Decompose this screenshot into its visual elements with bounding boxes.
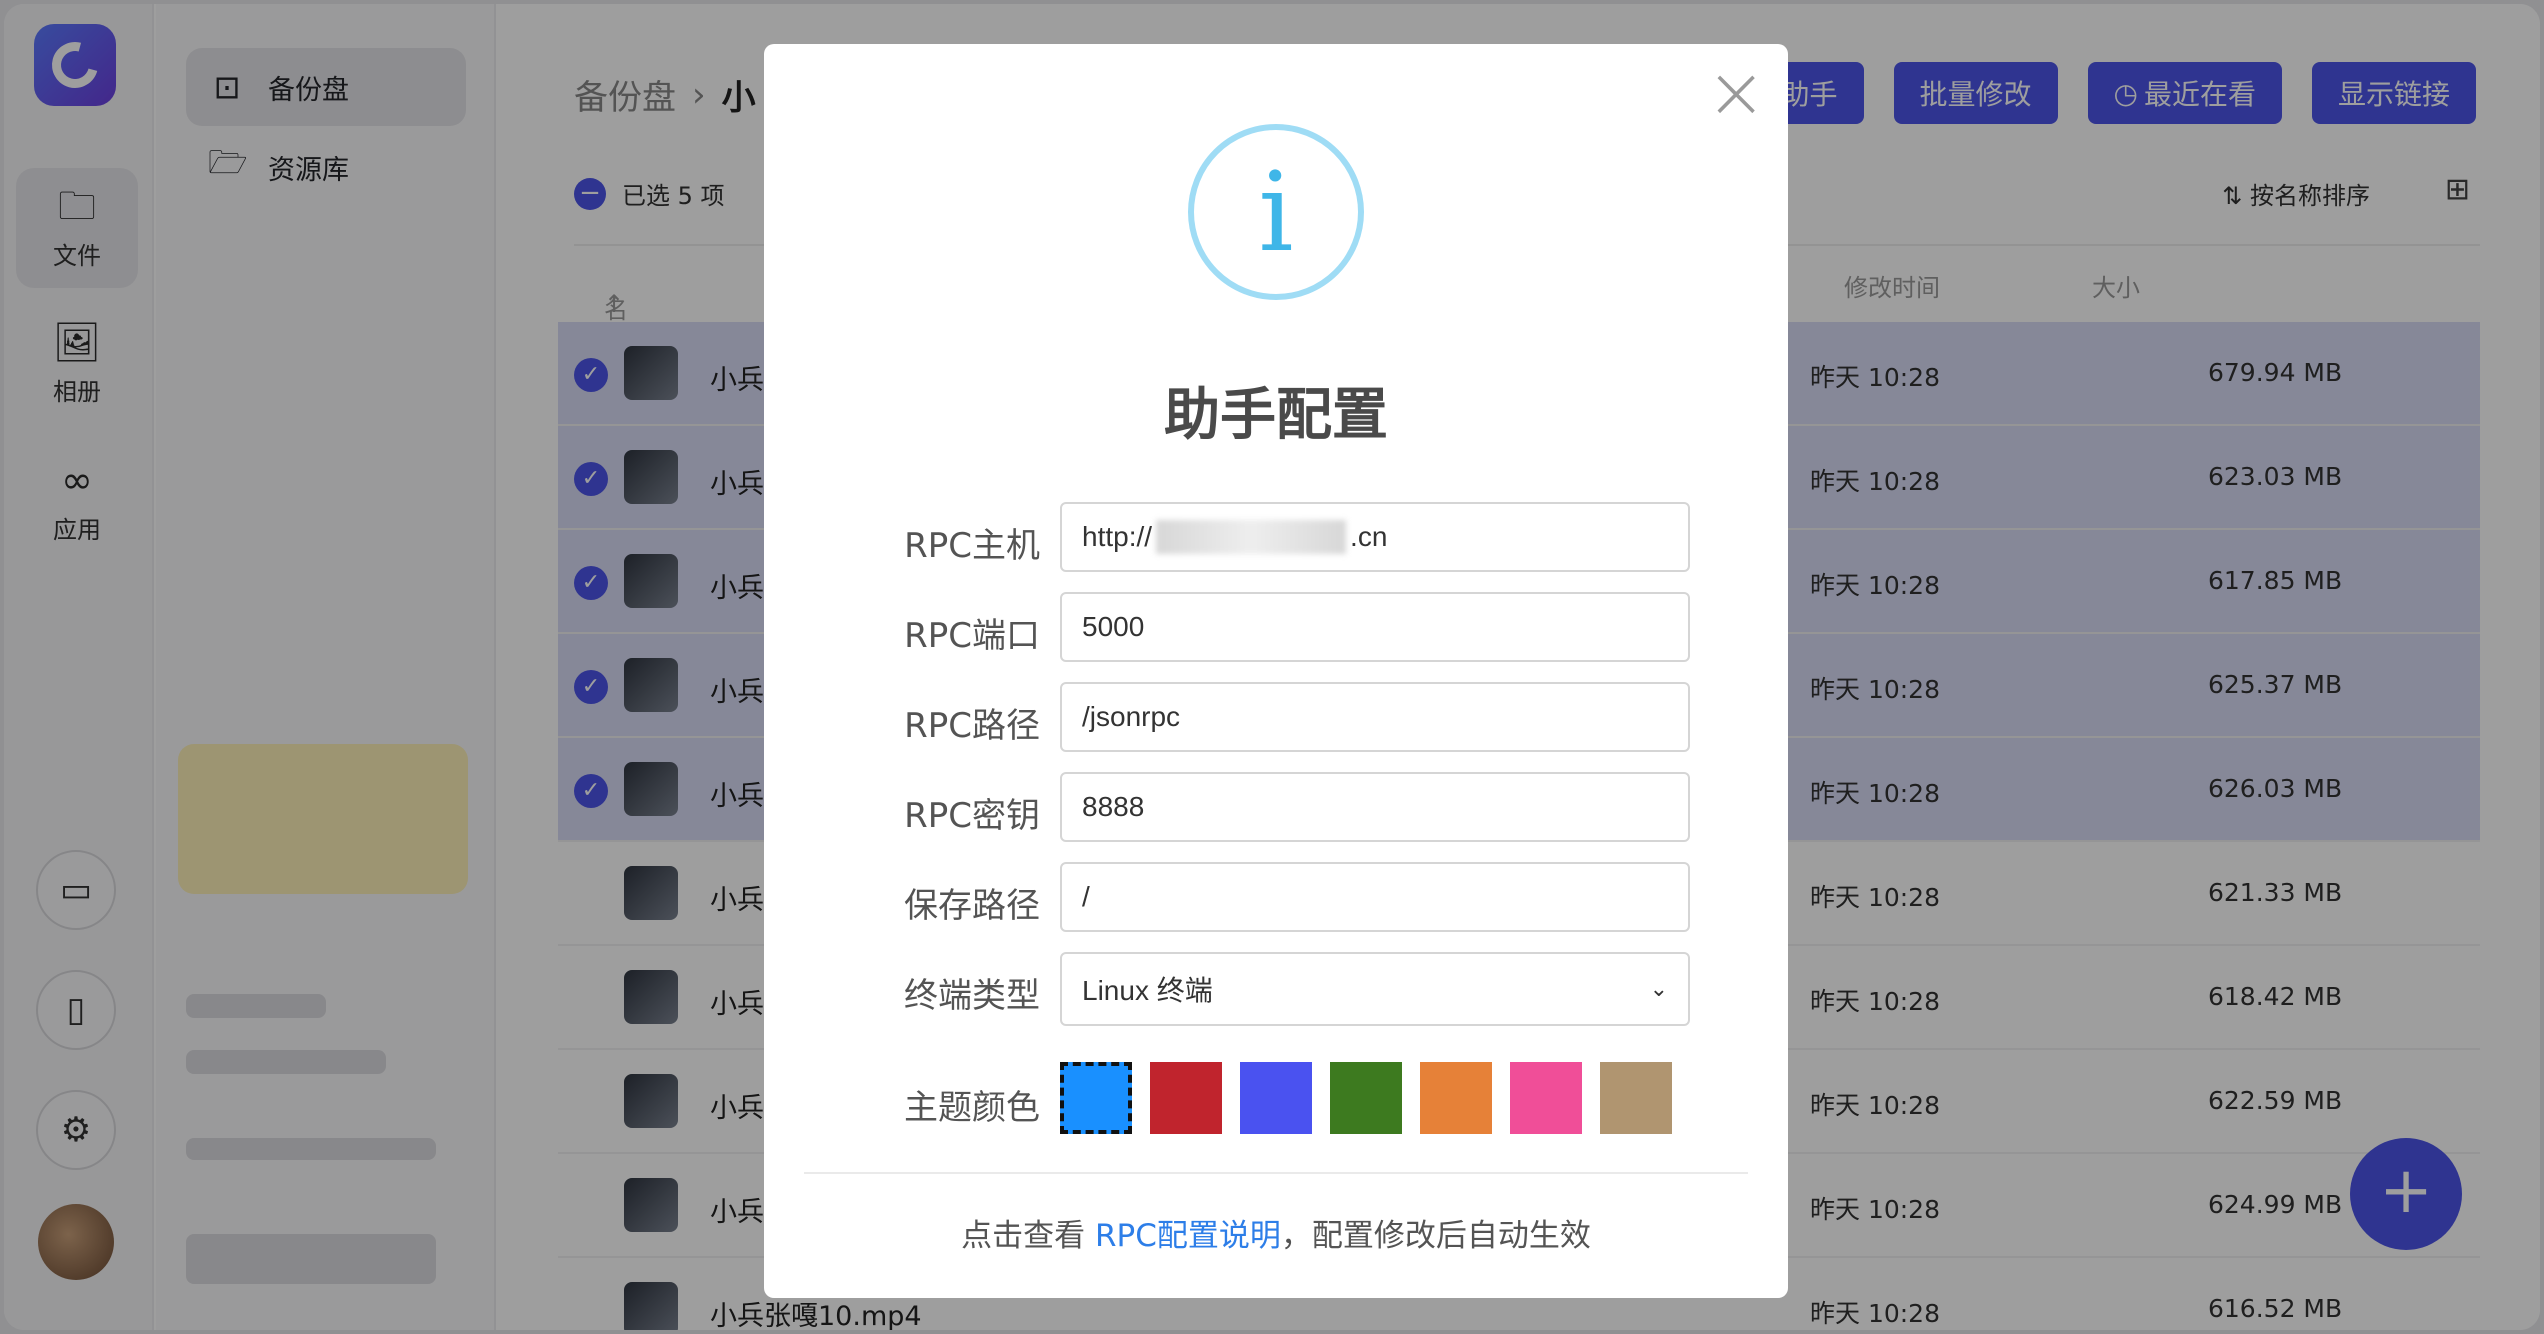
rpc-port-label: RPC端口 <box>904 616 1040 656</box>
rpc-port-row: RPC端口 5000 <box>860 592 1690 662</box>
rpc-host-suffix: .cn <box>1350 521 1388 552</box>
save-path-label: 保存路径 <box>904 886 1040 926</box>
footer-text: ，配置修改后自动生效 <box>1280 1218 1591 1254</box>
terminal-type-value: Linux 终端 <box>1082 975 1213 1006</box>
rpc-host-row: RPC主机 http:// .cn <box>860 502 1690 572</box>
theme-color-swatch[interactable] <box>1420 1062 1492 1134</box>
theme-color-swatch[interactable] <box>1600 1062 1672 1134</box>
theme-color-swatch[interactable] <box>1330 1062 1402 1134</box>
theme-color-swatch[interactable] <box>1060 1062 1132 1134</box>
terminal-type-label: 终端类型 <box>904 976 1040 1016</box>
rpc-host-input[interactable]: http:// .cn <box>1060 502 1690 572</box>
redacted-text <box>1156 520 1347 554</box>
dialog-title: 助手配置 <box>1164 383 1388 448</box>
terminal-type-select[interactable]: Linux 终端 ⌄ <box>1060 952 1690 1026</box>
rpc-host-label: RPC主机 <box>904 526 1040 566</box>
theme-color-swatch[interactable] <box>1150 1062 1222 1134</box>
theme-color-swatches <box>1060 1062 1672 1134</box>
rpc-secret-row: RPC密钥 8888 <box>860 772 1690 842</box>
rpc-port-input[interactable]: 5000 <box>1060 592 1690 662</box>
rpc-path-row: RPC路径 /jsonrpc <box>860 682 1690 752</box>
rpc-doc-link[interactable]: RPC配置说明 <box>1095 1218 1281 1254</box>
rpc-path-input[interactable]: /jsonrpc <box>1060 682 1690 752</box>
rpc-secret-input[interactable]: 8888 <box>1060 772 1690 842</box>
helper-config-dialog: × i 助手配置 RPC主机 http:// .cn RPC端口 5000 RPC… <box>764 44 1788 1298</box>
footer-text: 点击查看 <box>961 1218 1095 1254</box>
theme-color-swatch[interactable] <box>1510 1062 1582 1134</box>
close-icon[interactable]: × <box>1706 56 1766 128</box>
rpc-secret-label: RPC密钥 <box>904 796 1040 836</box>
dialog-footer: 点击查看 RPC配置说明，配置修改后自动生效 <box>764 1210 1788 1255</box>
theme-color-swatch[interactable] <box>1240 1062 1312 1134</box>
rpc-path-label: RPC路径 <box>904 706 1040 746</box>
theme-color-label: 主题颜色 <box>904 1088 1040 1128</box>
save-path-row: 保存路径 / <box>860 862 1690 932</box>
info-icon: i <box>1188 124 1364 300</box>
terminal-type-row: 终端类型 Linux 终端 ⌄ <box>860 952 1690 1026</box>
chevron-down-icon: ⌄ <box>1649 976 1668 1001</box>
save-path-input[interactable]: / <box>1060 862 1690 932</box>
rpc-host-prefix: http:// <box>1082 521 1153 552</box>
divider <box>804 1172 1748 1174</box>
